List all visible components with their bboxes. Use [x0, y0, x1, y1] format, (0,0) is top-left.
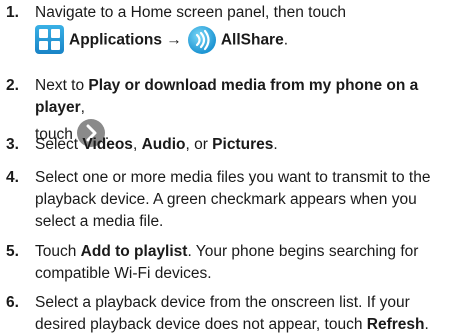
applications-label: Applications: [69, 31, 163, 49]
pictures-label: Pictures: [212, 136, 274, 153]
step-line: Next to Play or download media from my p…: [35, 75, 467, 119]
text: Next to: [35, 77, 89, 94]
text: ,: [80, 99, 85, 116]
step-number: 1.: [6, 4, 19, 21]
arrow-symbol: →: [166, 31, 182, 49]
text: desired playback device does not appear,…: [35, 316, 367, 333]
step-number: 6.: [6, 294, 19, 311]
step-number: 3.: [6, 136, 19, 153]
step-line: playback device. A green checkmark appea…: [35, 191, 417, 208]
text: ,: [132, 136, 142, 153]
step-text: Select a playback device from the onscre…: [35, 292, 467, 336]
step-text: Select Videos, Audio, or Pictures.: [35, 134, 467, 156]
step-line: select a media file.: [35, 213, 164, 230]
step-line: Select one or more media files you want …: [35, 169, 431, 186]
step-text: Select one or more media files you want …: [35, 167, 467, 233]
step-line: compatible Wi-Fi devices.: [35, 265, 212, 282]
allshare-label: AllShare: [220, 31, 284, 49]
period: .: [273, 136, 278, 153]
text: Touch: [35, 243, 81, 260]
applications-icon: [35, 25, 64, 54]
step-line: Applications → AllShare.: [35, 25, 467, 55]
step-number: 5.: [6, 243, 19, 260]
refresh-label: Refresh: [366, 316, 425, 333]
step-line: desired playback device does not appear,…: [35, 314, 467, 336]
step-line: Navigate to a Home screen panel, then to…: [35, 4, 347, 21]
text: Select: [35, 136, 83, 153]
step-text: Touch Add to playlist. Your phone begins…: [35, 241, 467, 285]
period: .: [424, 316, 429, 333]
add-to-playlist-label: Add to playlist: [80, 243, 188, 260]
step-line: Touch Add to playlist. Your phone begins…: [35, 241, 467, 263]
text: . Your phone begins searching for: [187, 243, 419, 260]
step-number: 4.: [6, 169, 19, 186]
step-number: 2.: [6, 77, 19, 94]
allshare-icon: [187, 25, 216, 54]
step-text: Navigate to a Home screen panel, then to…: [35, 2, 467, 55]
text: , or: [185, 136, 213, 153]
instruction-list: 1. Navigate to a Home screen panel, then…: [0, 0, 472, 333]
period: .: [283, 31, 289, 49]
option-label: Play or download media from my phone on …: [35, 77, 419, 116]
videos-label: Videos: [82, 136, 133, 153]
step-line: Select a playback device from the onscre…: [35, 294, 410, 311]
audio-label: Audio: [141, 136, 186, 153]
